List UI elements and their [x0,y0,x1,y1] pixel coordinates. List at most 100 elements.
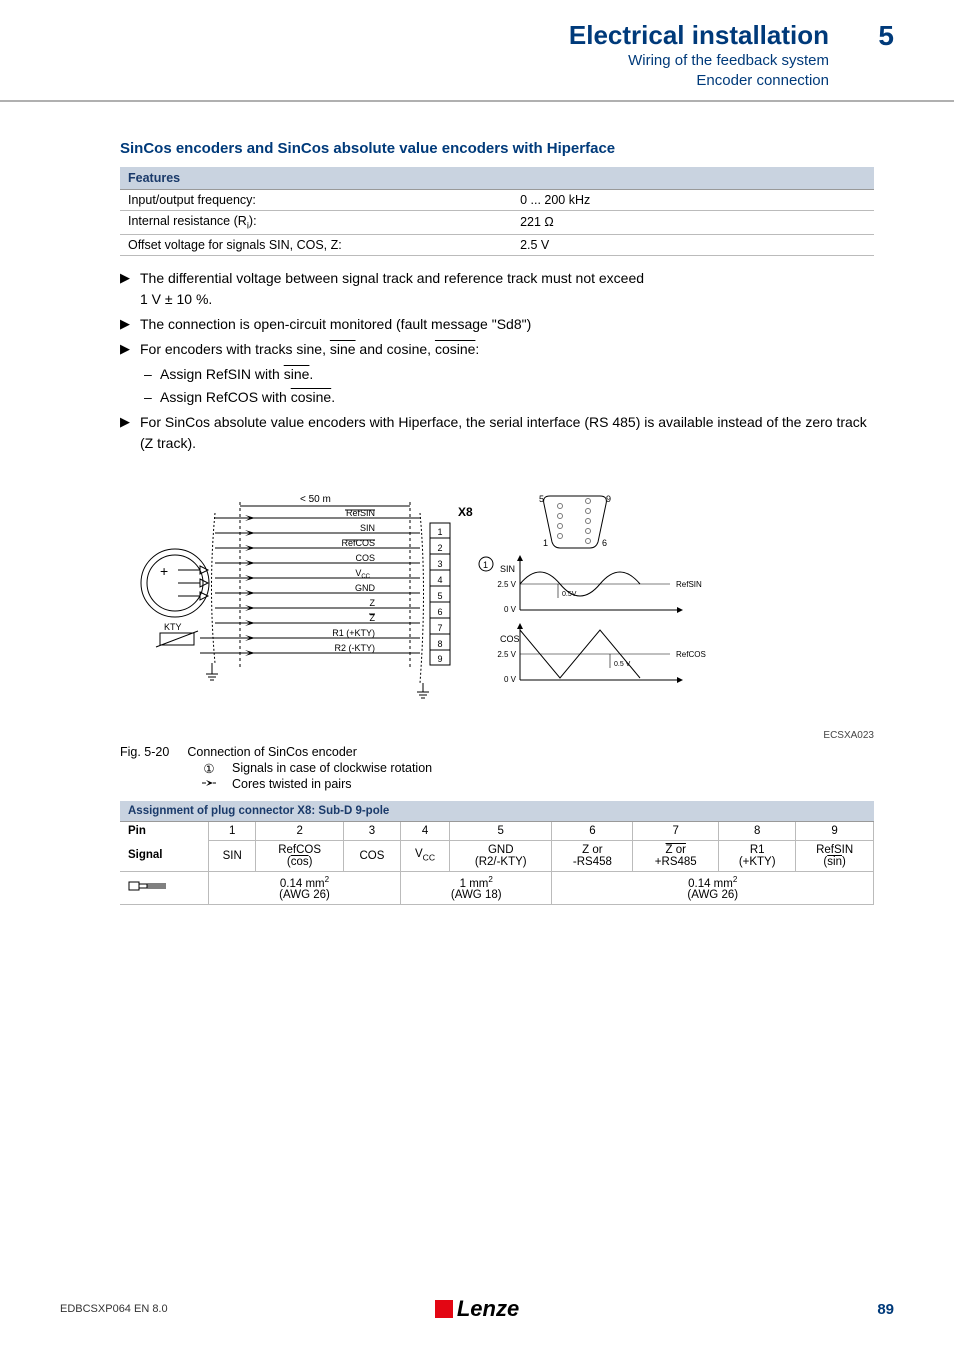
table-row: 0.14 mm2(AWG 26) 1 mm2(AWG 18) 0.14 mm2(… [120,871,874,905]
svg-text:4: 4 [437,575,442,585]
svg-text:R1 (+KTY): R1 (+KTY) [332,628,375,638]
svg-text:2.5 V: 2.5 V [497,580,516,589]
figure-caption-text: Connection of SinCos encoder [187,745,357,759]
svg-text:GND: GND [355,583,376,593]
page-header: Electrical installation Wiring of the fe… [0,20,954,90]
feature-key: Internal resistance (Ri): [120,211,512,235]
svg-text:1: 1 [483,560,488,570]
header-divider [0,100,954,102]
features-table: Features Input/output frequency: 0 ... 2… [120,167,874,256]
bullet-text: The differential voltage between signal … [140,268,874,310]
list-subitem: – Assign RefCOS with cosine. [144,387,874,408]
cell: 1 mm2(AWG 18) [401,871,552,905]
cell: 0.14 mm2(AWG 26) [208,871,400,905]
pin-row-label: Pin [120,821,208,840]
main-content: SinCos encoders and SinCos absolute valu… [120,140,874,905]
subitem-text: Assign RefSIN with sine. [160,364,313,385]
table-row: Input/output frequency: 0 ... 200 kHz [120,190,874,211]
figure-label: Fig. 5-20 [120,745,169,759]
cell: RefCOS (cos) [256,840,343,871]
cell: 7 [633,821,719,840]
feature-val: 0 ... 200 kHz [512,190,874,211]
doc-id: EDBCSXP064 EN 8.0 [60,1303,435,1315]
svg-text:X8: X8 [458,505,473,519]
svg-text:6: 6 [437,607,442,617]
svg-text:KTY: KTY [164,622,182,632]
svg-text:+: + [160,563,168,579]
feature-key: Input/output frequency: [120,190,512,211]
cell: GND(R2/-KTY) [450,840,552,871]
features-header: Features [120,167,874,190]
wiring-diagram: + KTY < 50 m RefSIN SIN RefCOS COS VCC [120,468,760,728]
table-row: Signal SIN RefCOS (cos) COS VCC GND(R2/-… [120,840,874,871]
figure-container: + KTY < 50 m RefSIN SIN RefCOS COS VCC [120,468,874,728]
cell: 2 [256,821,343,840]
bullet-text: For encoders with tracks sine, sine and … [140,339,874,360]
list-item: ▶ The differential voltage between signa… [120,268,874,310]
svg-text:R2 (-KTY): R2 (-KTY) [335,643,376,653]
svg-text:2: 2 [437,543,442,553]
svg-text:9: 9 [437,654,442,664]
header-sub2: Encoder connection [569,71,829,91]
cell: 5 [450,821,552,840]
list-item: ▶ For SinCos absolute value encoders wit… [120,412,874,454]
cell: 3 [343,821,400,840]
cell: 4 [401,821,450,840]
figure-code: ECSXA023 [120,730,874,741]
svg-text:Z: Z [370,598,376,608]
figure-legend-item: ① Signals in case of clockwise rotation [200,761,874,776]
svg-text:SIN: SIN [500,564,515,574]
bullet-icon: ▶ [120,412,140,432]
svg-text:COS: COS [500,634,520,644]
figure-legend-item: Cores twisted in pairs [200,777,874,791]
svg-text:8: 8 [437,639,442,649]
svg-text:RefSIN: RefSIN [676,580,702,589]
svg-text:SIN: SIN [360,523,375,533]
cell: 0.14 mm2(AWG 26) [552,871,874,905]
bullet-icon: ▶ [120,268,140,288]
section-title: SinCos encoders and SinCos absolute valu… [120,140,874,157]
list-item: ▶ For encoders with tracks sine, sine an… [120,339,874,360]
chapter-number: 5 [859,20,894,52]
bullet-text: For SinCos absolute value encoders with … [140,412,874,454]
feature-key: Offset voltage for signals SIN, COS, Z: [120,234,512,255]
table-row: Offset voltage for signals SIN, COS, Z: … [120,234,874,255]
cell: 8 [719,821,796,840]
svg-text:0.5 V: 0.5 V [614,661,631,668]
list-subitem: – Assign RefSIN with sine. [144,364,874,385]
bullet-list: ▶ The differential voltage between signa… [120,268,874,454]
cell: VCC [401,840,450,871]
table-row: Internal resistance (Ri): 221 Ω [120,211,874,235]
legend-symbol-twist-icon [200,777,218,791]
wire-connector-icon [128,879,168,896]
dash-icon: – [144,387,160,408]
signal-row-label: Signal [120,840,208,871]
bullet-icon: ▶ [120,339,140,359]
pin-assignment-table: Assignment of plug connector X8: Sub-D 9… [120,801,874,906]
header-sub1: Wiring of the feedback system [569,51,829,71]
cell: RefSIN (sin) [796,840,874,871]
svg-text:< 50 m: < 50 m [300,494,331,505]
brand-logo: Lenze [435,1296,519,1322]
svg-text:RefCOS: RefCOS [676,650,706,659]
bullet-icon: ▶ [120,314,140,334]
legend-text: Cores twisted in pairs [232,777,352,791]
cell: SIN [208,840,255,871]
svg-text:COS: COS [355,553,375,563]
feature-val: 2.5 V [512,234,874,255]
svg-text:1: 1 [543,538,548,548]
dash-icon: – [144,364,160,385]
cell: Z or-RS458 [552,840,633,871]
header-title: Electrical installation [569,20,829,51]
svg-text:6: 6 [602,538,607,548]
cell: Z or+RS485 [633,840,719,871]
svg-text:0 V: 0 V [504,605,517,614]
cell: COS [343,840,400,871]
svg-text:0.5V: 0.5V [562,591,577,598]
figure-caption: Fig. 5-20 Connection of SinCos encoder [120,745,874,759]
wire-icon-cell [120,871,208,905]
header-text-block: Electrical installation Wiring of the fe… [569,20,829,90]
svg-text:3: 3 [437,559,442,569]
legend-text: Signals in case of clockwise rotation [232,761,432,776]
svg-text:9: 9 [606,494,611,504]
